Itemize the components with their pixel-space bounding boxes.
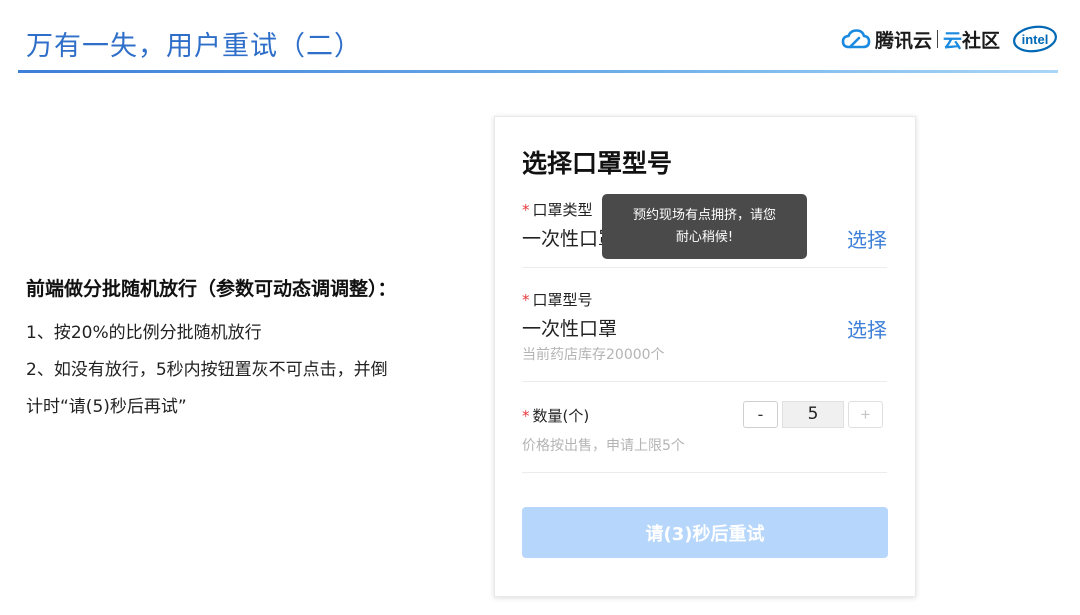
quantity-label-text: 数量(个) bbox=[532, 407, 590, 425]
mask-type-label: * 口罩类型 bbox=[522, 199, 593, 220]
increment-button[interactable]: + bbox=[848, 401, 883, 428]
description-panel: 前端做分批随机放行（参数可动态调调整）： 1、按20%的比例分批随机放行 2、如… bbox=[26, 274, 491, 426]
description-heading: 前端做分批随机放行（参数可动态调调整）： bbox=[26, 278, 397, 300]
mask-type-select-link[interactable]: 选择 bbox=[847, 224, 887, 253]
quantity-value[interactable]: 5 bbox=[782, 401, 844, 428]
required-mark: * bbox=[522, 201, 530, 219]
row-separator bbox=[522, 267, 887, 268]
intel-logo-text: intel bbox=[1022, 32, 1049, 47]
title-divider bbox=[18, 70, 1058, 73]
intel-logo-icon: intel bbox=[1013, 25, 1057, 53]
description-item: 2、如没有放行，5秒内按钮置灰不可点击，并倒 bbox=[26, 360, 388, 380]
cloud-icon bbox=[841, 29, 871, 49]
mask-model-select-link[interactable]: 选择 bbox=[847, 314, 887, 343]
row-separator bbox=[522, 472, 887, 473]
crowded-toast: 预约现场有点拥挤，请您 耐心稍候! bbox=[602, 194, 807, 259]
decrement-button[interactable]: - bbox=[743, 401, 778, 428]
toast-line: 预约现场有点拥挤，请您 bbox=[632, 208, 776, 223]
mask-model-label: * 口罩型号 bbox=[522, 289, 593, 310]
brand-community: 社区 bbox=[961, 29, 1000, 52]
quantity-hint: 价格按出售，申请上限5个 bbox=[522, 438, 685, 454]
description-item: 计时“请(5)秒后再试” bbox=[26, 397, 187, 417]
row-separator bbox=[522, 381, 887, 382]
required-mark: * bbox=[522, 291, 530, 309]
brand-separator bbox=[936, 30, 938, 48]
description-item: 1、按20%的比例分批随机放行 bbox=[26, 323, 262, 343]
retry-countdown-button[interactable]: 请(3)秒后重试 bbox=[522, 507, 888, 558]
logo-bar: 腾讯云 云 社区 intel bbox=[841, 24, 1058, 54]
quantity-stepper: - 5 + bbox=[743, 401, 883, 428]
quantity-label: * 数量(个) bbox=[522, 405, 589, 426]
brand-name: 腾讯云 bbox=[874, 29, 932, 52]
slide-title: 万有一失，用户重试（二） bbox=[26, 31, 362, 62]
mask-type-label-text: 口罩类型 bbox=[532, 201, 593, 219]
card-title: 选择口罩型号 bbox=[522, 149, 673, 178]
mask-model-label-text: 口罩型号 bbox=[532, 291, 593, 309]
stock-hint: 当前药店库存20000个 bbox=[522, 347, 665, 363]
mask-model-value: 一次性口罩 bbox=[522, 318, 618, 340]
toast-line: 耐心稍候! bbox=[675, 230, 734, 245]
required-mark: * bbox=[522, 407, 530, 425]
mask-order-card: 选择口罩型号 * 口罩类型 一次性口罩 选择 * 口罩型号 一次性口罩 选择 当前药… bbox=[494, 116, 916, 597]
brand-yun: 云 bbox=[942, 29, 962, 52]
